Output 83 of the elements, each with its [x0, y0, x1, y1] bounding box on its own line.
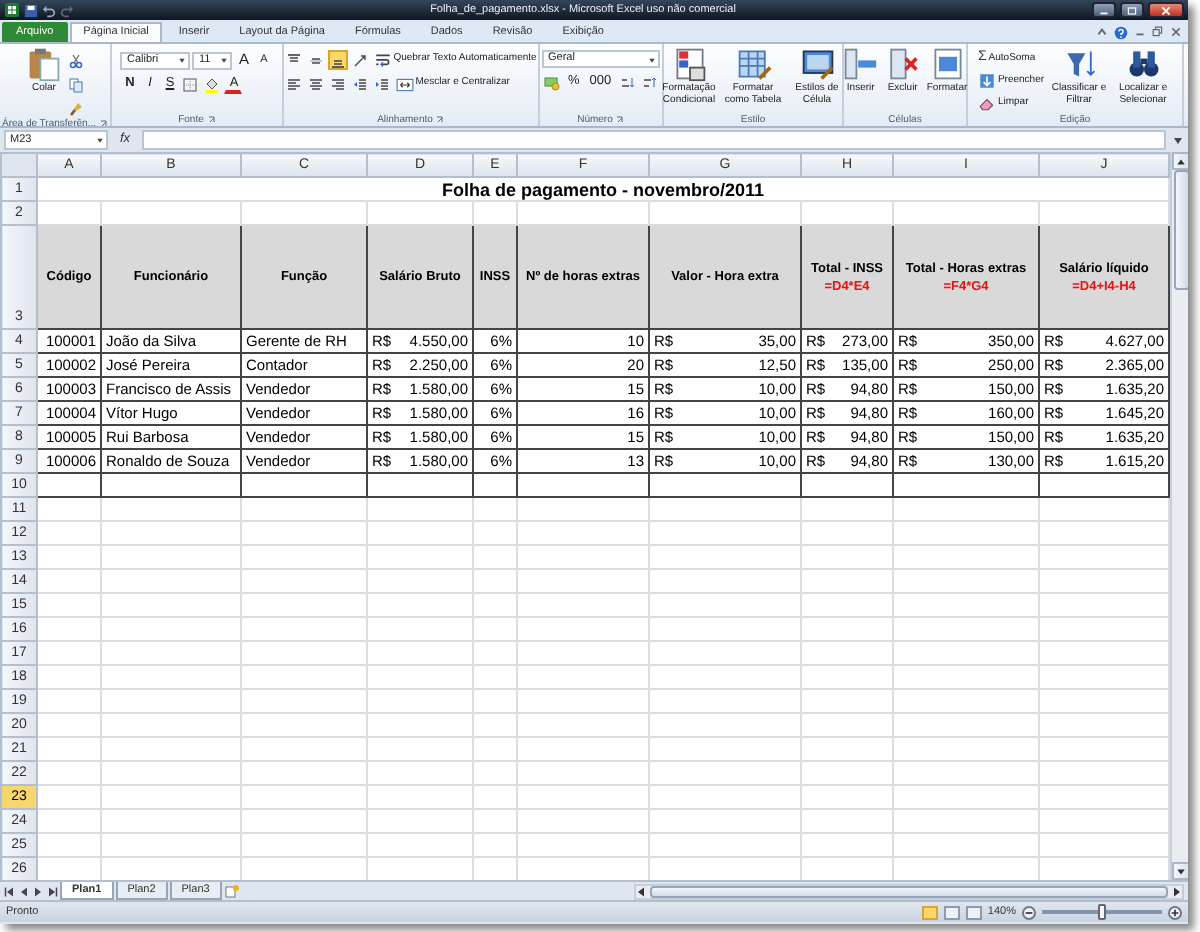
decrease-decimal-icon	[641, 73, 658, 91]
help-icon[interactable]	[1114, 25, 1128, 39]
spreadsheet-logo-icon[interactable]	[4, 2, 20, 18]
scroll-left-icon[interactable]	[636, 885, 646, 897]
minus-icon	[1024, 907, 1034, 917]
maximize-button[interactable]	[1120, 2, 1144, 18]
increase-indent-button[interactable]	[371, 74, 392, 94]
paint-bucket-icon	[204, 75, 221, 93]
format-cells-icon	[929, 46, 965, 82]
decrease-indent-icon	[351, 75, 368, 93]
align-center-button[interactable]	[305, 74, 326, 94]
sheet-title: Folha de pagamento - novembro/2011	[37, 177, 1169, 201]
dialog-launcher-icon[interactable]	[436, 115, 445, 123]
align-left-icon	[285, 75, 302, 93]
delete-cells-icon	[884, 46, 921, 82]
dialog-launcher-icon[interactable]	[207, 115, 216, 123]
formula-input[interactable]	[142, 130, 1166, 150]
borders-icon	[182, 75, 199, 93]
eraser-icon	[977, 94, 996, 112]
diagonal-arrow-icon	[351, 51, 368, 69]
copy-icon	[68, 75, 84, 93]
table-format-icon	[735, 46, 771, 82]
conditional-format-icon	[671, 46, 707, 82]
redo-icon[interactable]	[60, 3, 74, 17]
caret-icon	[648, 55, 656, 63]
last-sheet-icon[interactable]	[46, 885, 58, 897]
plus-icon	[1170, 907, 1180, 917]
increase-indent-icon	[373, 75, 390, 93]
up-arrow-icon	[1176, 157, 1186, 165]
clipboard-icon	[26, 46, 62, 82]
close-button[interactable]	[1148, 2, 1184, 18]
scroll-up-button[interactable]	[1172, 152, 1188, 170]
caret-icon	[178, 56, 187, 64]
binoculars-icon	[1125, 46, 1162, 82]
zoom-slider-thumb[interactable]	[1098, 904, 1106, 920]
restore-icon[interactable]	[1152, 26, 1164, 38]
money-button[interactable]	[542, 72, 562, 92]
dialog-launcher-icon[interactable]	[616, 115, 625, 123]
scroll-down-button[interactable]	[1172, 862, 1188, 880]
scrollbar-thumb[interactable]	[1173, 170, 1188, 290]
diagonal-arrow-button[interactable]	[349, 50, 370, 70]
fill-down-icon	[977, 72, 996, 90]
decrease-indent-button[interactable]	[349, 74, 370, 94]
view-button[interactable]	[943, 905, 960, 919]
increase-decimal-button[interactable]	[617, 72, 638, 92]
scrollbar-thumb[interactable]	[650, 885, 1168, 897]
zoom-out-button[interactable]	[1022, 905, 1036, 919]
scissors-button[interactable]	[66, 50, 86, 70]
dialog-launcher-icon[interactable]	[99, 120, 108, 128]
copy-button[interactable]	[66, 74, 86, 94]
minimize-button[interactable]	[1092, 2, 1116, 18]
save-icon[interactable]	[24, 3, 38, 17]
wrap-text-icon	[373, 51, 392, 69]
caret-icon	[96, 136, 104, 144]
scissors-icon	[68, 51, 84, 69]
cell-styles-icon	[799, 46, 835, 82]
brush-icon	[68, 99, 84, 117]
align-left-button[interactable]	[283, 74, 304, 94]
align-bottom-button[interactable]	[327, 50, 348, 70]
align-right-button[interactable]	[327, 74, 348, 94]
maximize-icon	[1126, 5, 1138, 15]
down-arrow-icon	[1176, 867, 1186, 875]
first-sheet-icon[interactable]	[4, 885, 16, 897]
chevron-up-icon[interactable]	[1096, 26, 1108, 38]
scroll-right-icon[interactable]	[1172, 885, 1182, 897]
insert-cells-icon	[842, 46, 879, 82]
align-center-icon	[307, 75, 324, 93]
vertical-scrollbar[interactable]	[1170, 152, 1188, 880]
money-icon	[544, 73, 560, 91]
close-icon	[1160, 5, 1172, 15]
decrease-decimal-button[interactable]	[639, 72, 660, 92]
paint-bucket-button[interactable]	[202, 74, 223, 94]
caret-icon	[220, 56, 229, 64]
horizontal-scrollbar[interactable]	[634, 883, 1184, 899]
view-button[interactable]	[965, 905, 982, 919]
close-icon[interactable]	[1170, 26, 1182, 38]
align-right-icon	[329, 75, 346, 93]
merge-cells-icon	[395, 75, 414, 93]
brush-button[interactable]	[66, 98, 86, 118]
expand-icon[interactable]	[1172, 134, 1184, 146]
increase-decimal-icon	[619, 73, 636, 91]
zoom-in-button[interactable]	[1168, 905, 1182, 919]
undo-icon[interactable]	[42, 3, 56, 17]
